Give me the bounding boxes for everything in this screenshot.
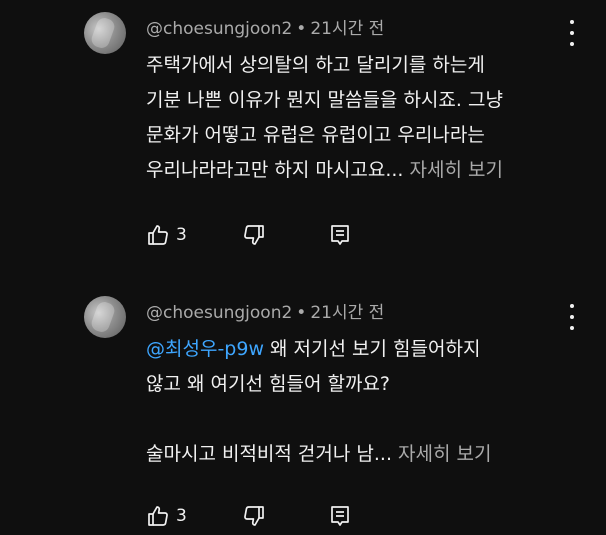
comment-time[interactable]: 21시간 전 — [310, 19, 384, 39]
comment-actions: 3 — [146, 221, 386, 249]
comment-actions: 3 — [146, 502, 386, 530]
like-button[interactable]: 3 — [146, 221, 187, 249]
reply-icon — [331, 506, 349, 526]
author-handle[interactable]: @choesungjoon2 — [146, 19, 292, 39]
author-handle[interactable]: @choesungjoon2 — [146, 303, 292, 323]
avatar[interactable] — [84, 296, 126, 338]
thumbs-down-icon — [244, 225, 264, 245]
comment-line: 기분 나쁜 이유가 뭔지 말씀들을 하시죠. 그냥 — [146, 89, 503, 111]
avatar[interactable] — [84, 12, 126, 54]
more-vert-icon[interactable] — [562, 20, 582, 46]
comment-line: 우리나라라고만 하지 마시고요... — [146, 159, 404, 181]
reply-button[interactable] — [328, 502, 352, 530]
comment-text: 주택가에서 상의탈의 하고 달리기를 하는게 기분 나쁜 이유가 뭔지 말씀들을… — [146, 48, 556, 188]
like-count: 3 — [176, 225, 187, 245]
comment-line: 주택가에서 상의탈의 하고 달리기를 하는게 — [146, 54, 485, 76]
like-count: 3 — [176, 506, 187, 526]
comment-item: @choesungjoon2 • 21시간 전 @최성우-p9w 왜 저기선 보기 … — [0, 284, 606, 535]
comment-header: @choesungjoon2 • 21시간 전 — [146, 298, 384, 323]
thumbs-down-icon — [244, 506, 264, 526]
comment-line: 문화가 어떻고 유럽은 유럽이고 우리나라는 — [146, 124, 485, 146]
mention-link[interactable]: @최성우-p9w — [146, 338, 264, 360]
comment-line-last: 술마시고 비적비적 걷거나 남... 자세히 보기 — [146, 437, 556, 472]
comment-line-last: 우리나라라고만 하지 마시고요... 자세히 보기 — [146, 153, 556, 188]
thumbs-up-icon — [148, 225, 168, 245]
comment-header: @choesungjoon2 • 21시간 전 — [146, 14, 384, 39]
thumbs-up-icon — [148, 506, 168, 526]
comment-line: 술마시고 비적비적 걷거나 남... — [146, 443, 392, 465]
like-button[interactable]: 3 — [146, 502, 187, 530]
comment-text: @최성우-p9w 왜 저기선 보기 힘들어하지 않고 왜 여기선 힘들어 할까요… — [146, 332, 556, 472]
comment-line-blank — [146, 402, 556, 437]
meta-separator: • — [296, 303, 307, 323]
dislike-button[interactable] — [242, 502, 266, 530]
read-more-link[interactable]: 자세히 보기 — [398, 443, 491, 465]
meta-separator: • — [296, 19, 307, 39]
comment-item: @choesungjoon2 • 21시간 전 주택가에서 상의탈의 하고 달리기를… — [0, 0, 606, 268]
comment-time[interactable]: 21시간 전 — [310, 303, 384, 323]
comment-line-first: @최성우-p9w 왜 저기선 보기 힘들어하지 — [146, 332, 556, 367]
dislike-button[interactable] — [242, 221, 266, 249]
read-more-link[interactable]: 자세히 보기 — [410, 159, 503, 181]
comment-line: 왜 저기선 보기 힘들어하지 — [264, 338, 481, 360]
more-vert-icon[interactable] — [562, 304, 582, 330]
reply-icon — [331, 225, 349, 245]
comment-line: 않고 왜 여기선 힘들어 할까요? — [146, 373, 391, 395]
reply-button[interactable] — [328, 221, 352, 249]
